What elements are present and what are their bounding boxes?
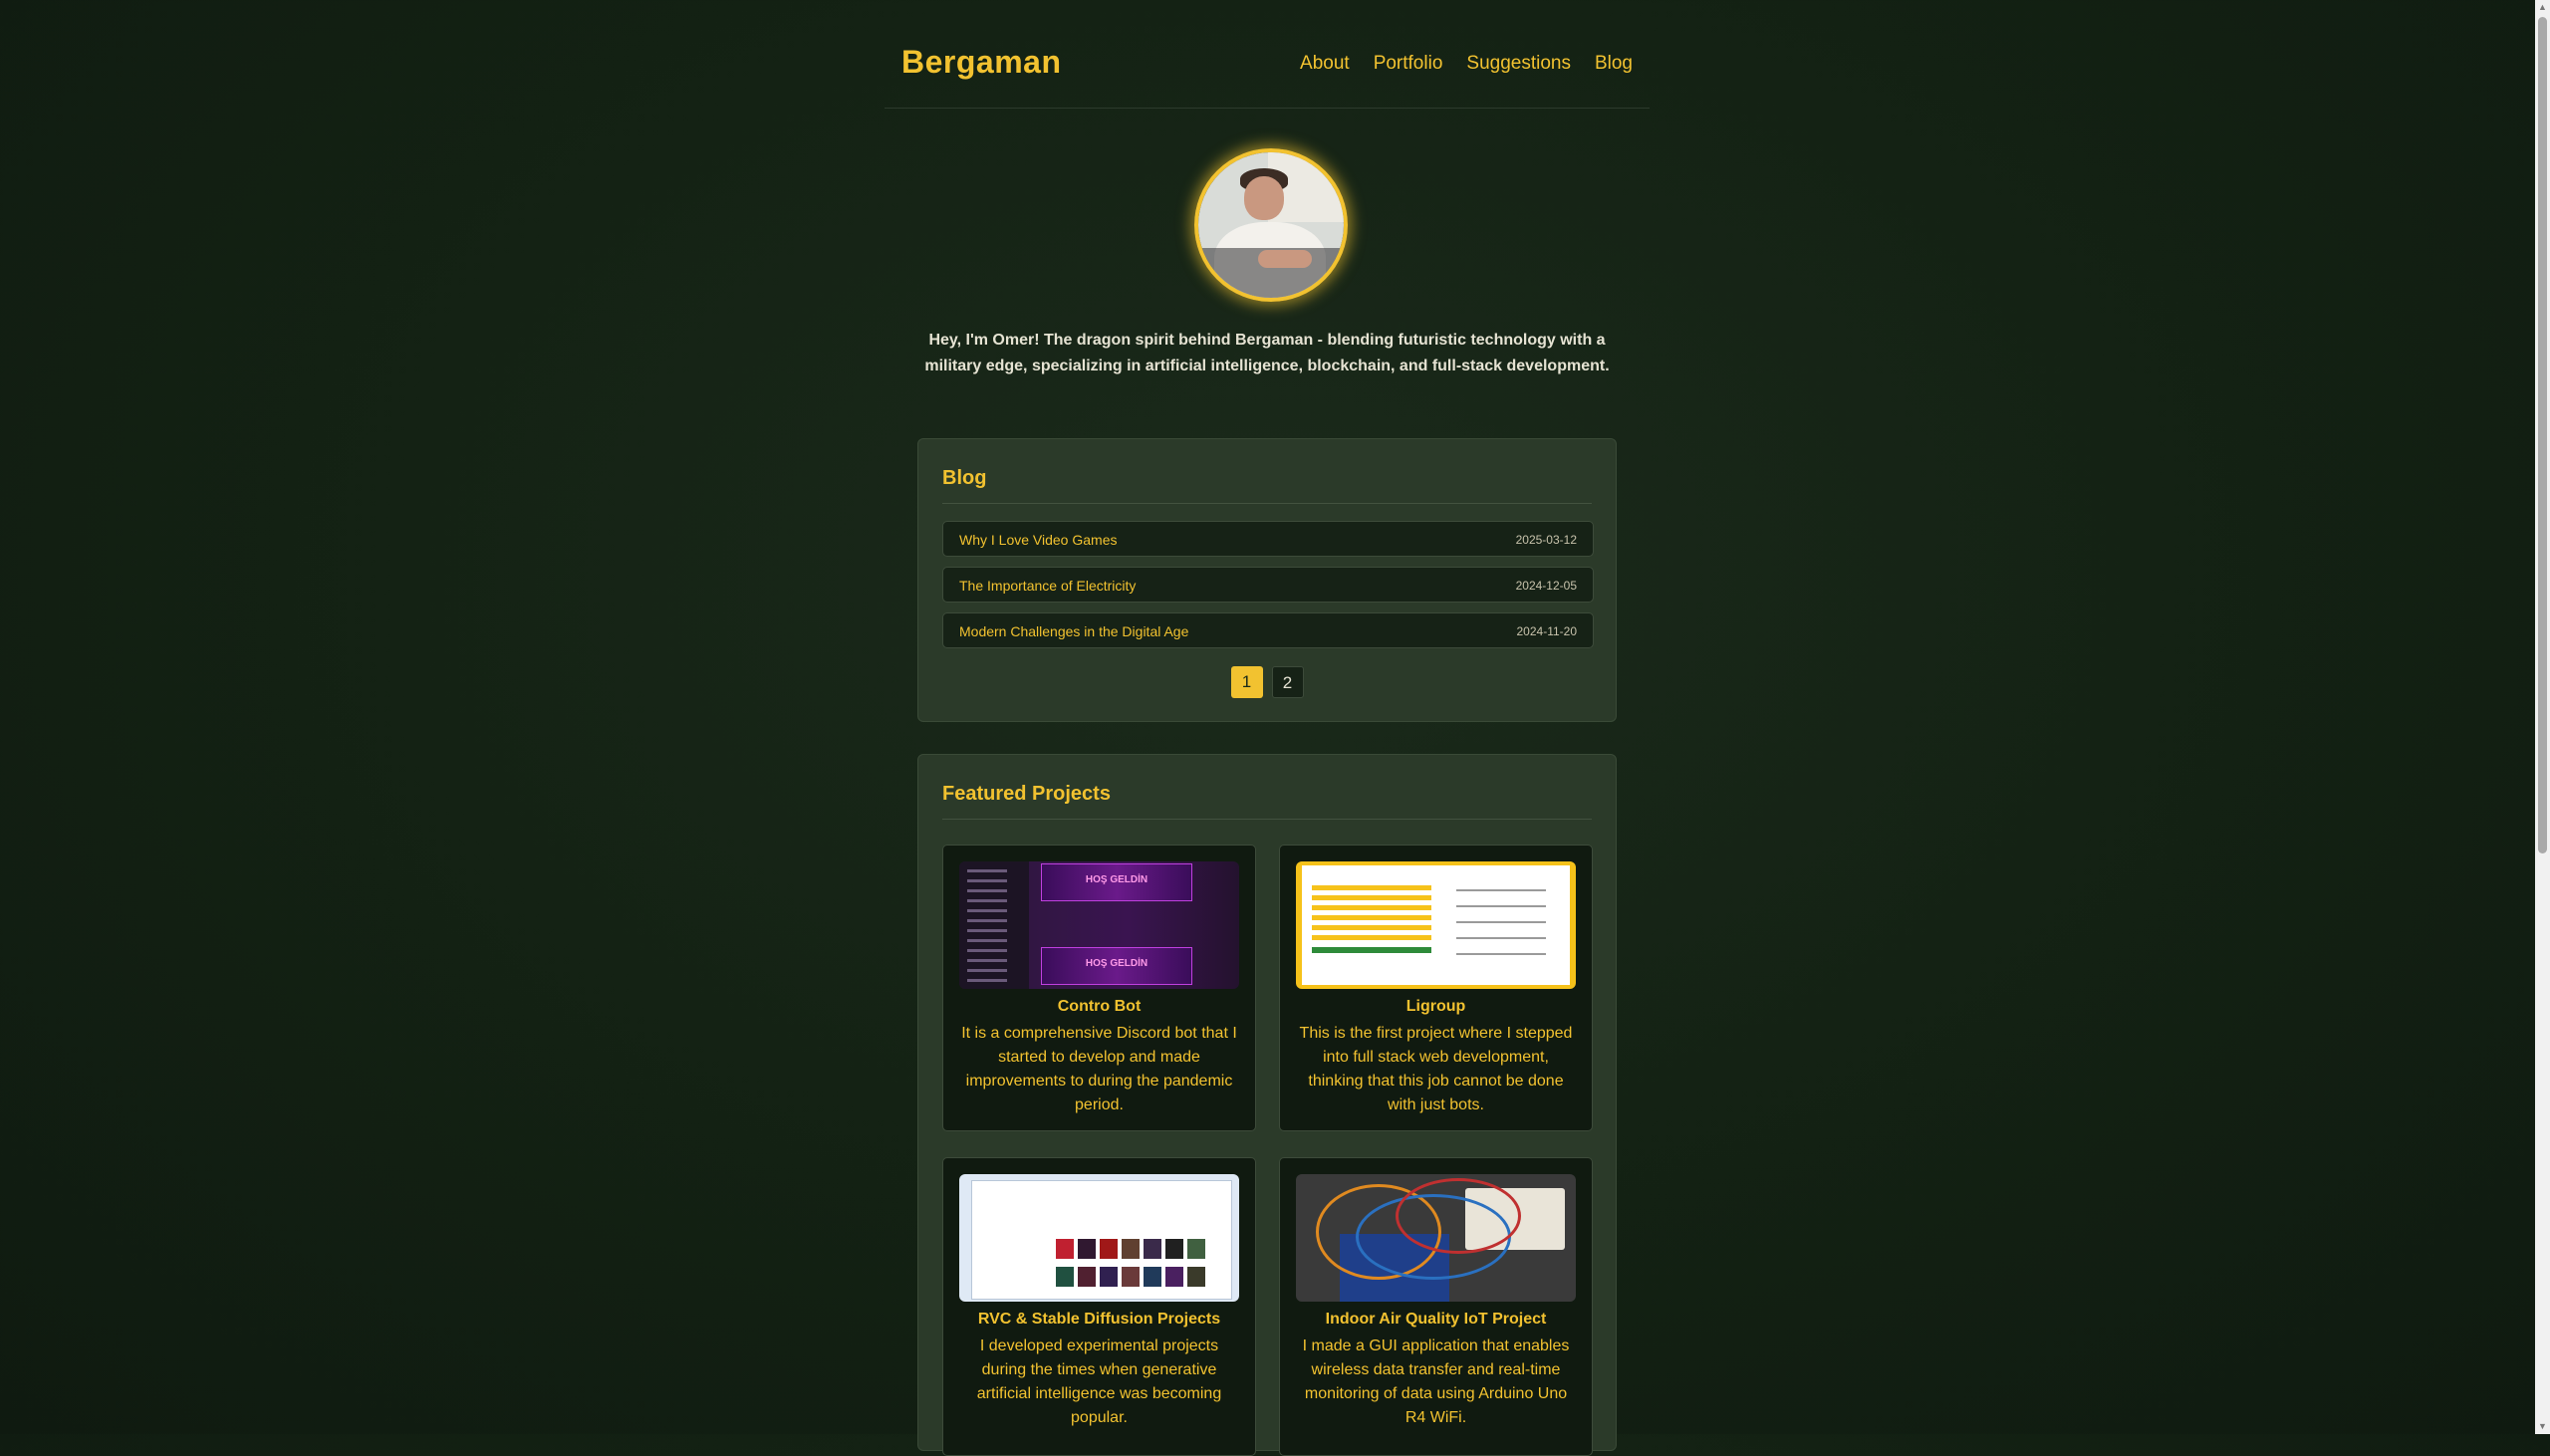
project-card-rvc-stable-diffusion[interactable]: RVC & Stable Diffusion Projects I develo… xyxy=(942,1157,1256,1456)
blog-post-item[interactable]: Why I Love Video Games 2025-03-12 xyxy=(942,521,1594,557)
project-card-ligroup[interactable]: Ligroup This is the first project where … xyxy=(1279,845,1593,1131)
project-thumbnail xyxy=(959,1174,1239,1302)
blog-post-date: 2025-03-12 xyxy=(1515,533,1577,547)
project-description: It is a comprehensive Discord bot that I… xyxy=(961,1025,1237,1113)
thumbnail-banner-text: HOŞ GELDİN xyxy=(1085,874,1148,885)
project-name[interactable]: RVC & Stable Diffusion Projects xyxy=(953,1311,1245,1329)
blog-post-item[interactable]: The Importance of Electricity 2024-12-05 xyxy=(942,567,1594,603)
project-thumbnail xyxy=(1296,861,1576,989)
project-name[interactable]: Ligroup xyxy=(1290,998,1582,1016)
scroll-down-icon[interactable]: ▼ xyxy=(2535,1419,2550,1434)
intro-text: Hey, I'm Omer! The dragon spirit behind … xyxy=(924,332,1610,374)
featured-projects-card: Featured Projects HOŞ GELDİN HOŞ GELDİN … xyxy=(917,754,1617,1456)
nav-links: About Portfolio Suggestions Blog xyxy=(1300,53,1633,75)
project-name[interactable]: Indoor Air Quality IoT Project xyxy=(1290,1311,1582,1329)
page-1-button[interactable]: 1 xyxy=(1230,666,1263,698)
nav-suggestions-link[interactable]: Suggestions xyxy=(1466,53,1571,75)
brand-logo[interactable]: Bergaman xyxy=(901,44,1062,81)
blog-post-title[interactable]: The Importance of Electricity xyxy=(959,578,1136,594)
project-description: I made a GUI application that enables wi… xyxy=(1302,1337,1570,1426)
project-name[interactable]: Contro Bot xyxy=(953,998,1245,1016)
blog-card: Blog Why I Love Video Games 2025-03-12 T… xyxy=(917,438,1617,722)
blog-post-date: 2024-12-05 xyxy=(1515,579,1577,593)
project-card-iot[interactable]: Indoor Air Quality IoT Project I made a … xyxy=(1279,1157,1593,1456)
featured-projects-title: Featured Projects xyxy=(942,783,1111,805)
blog-post-date: 2024-11-20 xyxy=(1516,624,1578,638)
project-thumbnail: HOŞ GELDİN HOŞ GELDİN xyxy=(959,861,1239,989)
navbar: Bergaman About Portfolio Suggestions Blo… xyxy=(885,0,1650,109)
nav-blog-link[interactable]: Blog xyxy=(1595,53,1633,75)
main-container: Bergaman About Portfolio Suggestions Blo… xyxy=(885,0,1650,1456)
page: Bergaman About Portfolio Suggestions Blo… xyxy=(0,0,2535,1456)
project-thumbnail xyxy=(1296,1174,1576,1302)
blog-title: Blog xyxy=(942,467,987,489)
vertical-scrollbar[interactable]: ▲ ▼ xyxy=(2535,0,2550,1434)
profile-avatar xyxy=(1194,148,1348,302)
project-card-contro-bot[interactable]: HOŞ GELDİN HOŞ GELDİN Contro Bot It is a… xyxy=(942,845,1256,1131)
nav-about-link[interactable]: About xyxy=(1300,53,1350,75)
pagination: 1 2 xyxy=(918,666,1616,698)
blog-post-title[interactable]: Modern Challenges in the Digital Age xyxy=(959,623,1188,639)
project-description: This is the first project where I steppe… xyxy=(1299,1025,1573,1113)
project-description: I developed experimental projects during… xyxy=(976,1337,1222,1426)
scrollbar-thumb[interactable] xyxy=(2538,17,2547,853)
blog-post-item[interactable]: Modern Challenges in the Digital Age 202… xyxy=(942,612,1594,648)
thumbnail-banner-text: HOŞ GELDİN xyxy=(1085,958,1148,969)
divider xyxy=(942,503,1592,504)
scroll-up-icon[interactable]: ▲ xyxy=(2535,0,2550,15)
nav-portfolio-link[interactable]: Portfolio xyxy=(1374,53,1443,75)
divider xyxy=(942,819,1592,820)
page-2-button[interactable]: 2 xyxy=(1271,666,1304,698)
blog-post-title[interactable]: Why I Love Video Games xyxy=(959,532,1117,548)
